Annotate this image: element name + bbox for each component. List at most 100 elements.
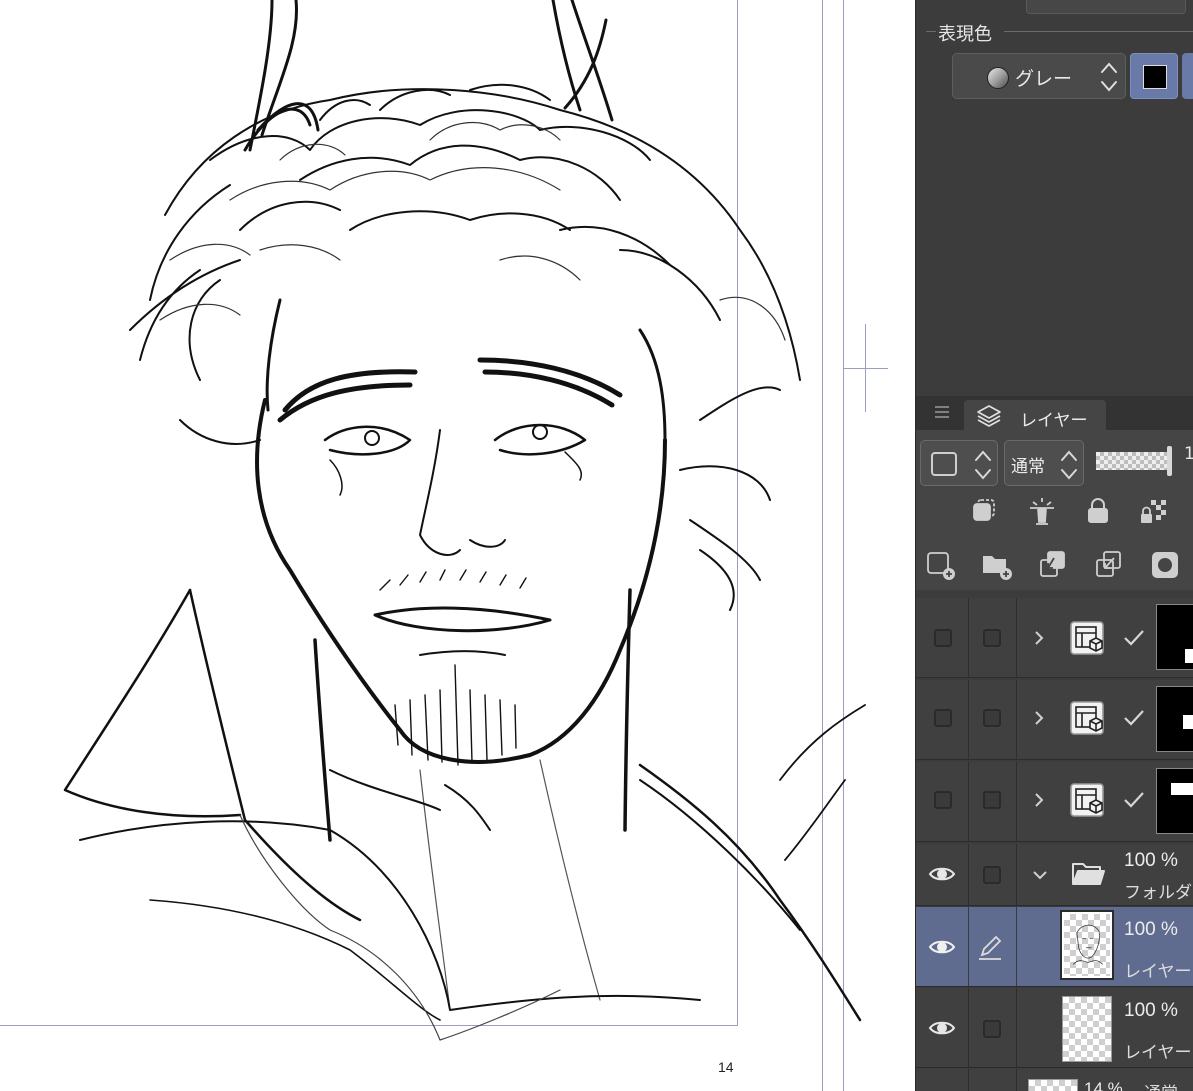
- thumbnail-mark: [1185, 649, 1193, 663]
- menu-icon[interactable]: [932, 402, 952, 422]
- layer-name: レイヤー: [1124, 962, 1192, 982]
- layer-row[interactable]: 14 % 通常: [916, 1069, 1193, 1091]
- layer-thumbnail: [1062, 912, 1112, 978]
- layer-thumbnail: [1028, 1079, 1078, 1091]
- layer-thumbnail: [1156, 686, 1193, 752]
- lock-icon[interactable]: [1081, 494, 1115, 528]
- layer-blend-mode: 通常: [1144, 1079, 1178, 1091]
- column-divider: [968, 762, 969, 841]
- blend-mode-dropdown[interactable]: 通常: [1004, 440, 1084, 486]
- layers-icon: [977, 405, 1001, 427]
- visibility-toggle[interactable]: [934, 709, 952, 727]
- tab-layer[interactable]: レイヤー: [964, 400, 1106, 431]
- visibility-toggle[interactable]: [934, 791, 952, 809]
- section-divider-right: [1004, 31, 1193, 32]
- layer-opacity: 14 %: [1084, 1079, 1123, 1091]
- layer-list: 100 % フォルダ 100 % レイヤー 100 % レイヤー 14 %: [916, 598, 1193, 1091]
- right-side-panel: 表現色 グレー レイヤー 通常 100 % フォルダ 100 % レイヤー 10…: [915, 0, 1193, 1091]
- column-divider: [1016, 988, 1017, 1067]
- new-folder-icon[interactable]: [980, 548, 1014, 582]
- column-divider: [968, 598, 969, 677]
- eye-icon[interactable]: [928, 1018, 956, 1038]
- lock-toggle[interactable]: [983, 866, 1001, 884]
- thumbnail-sketch: [1072, 924, 1103, 965]
- column-divider: [1016, 680, 1017, 759]
- folder-name: フォルダ: [1124, 883, 1192, 903]
- layer-opacity: 100 %: [1124, 919, 1178, 940]
- pen-icon: [979, 935, 1002, 960]
- section-divider-left: [926, 31, 936, 32]
- column-divider: [968, 844, 969, 905]
- sub-color-button[interactable]: [1182, 53, 1193, 99]
- transfer-to-layer-below-icon[interactable]: [1036, 548, 1070, 582]
- layer-properties-bar: 通常 1: [916, 430, 1193, 590]
- layer-mask-icon[interactable]: [1148, 548, 1182, 582]
- folder-opacity: 100 %: [1124, 850, 1178, 871]
- partially-visible-control[interactable]: [1026, 0, 1186, 14]
- layer-thumbnail: [1156, 604, 1193, 670]
- chevron-up-down-icon: [1099, 56, 1119, 96]
- combine-to-layer-below-icon[interactable]: [1092, 548, 1126, 582]
- chevron-right-icon[interactable]: [1032, 630, 1046, 646]
- column-divider: [1016, 598, 1017, 677]
- selected-layer-row[interactable]: 100 % レイヤー: [916, 907, 1193, 987]
- color-mode-dropdown[interactable]: グレー: [952, 53, 1126, 99]
- layer-thumbnail: [1062, 996, 1112, 1062]
- opacity-slider-handle[interactable]: [1167, 446, 1172, 476]
- column-divider: [1016, 907, 1017, 986]
- gray-color-icon: [987, 67, 1009, 89]
- layer-name: レイヤー: [1124, 1043, 1192, 1063]
- 3d-material-icon: [1070, 783, 1104, 817]
- column-divider: [1016, 1069, 1017, 1091]
- column-divider: [968, 1069, 969, 1091]
- column-divider: [1016, 844, 1017, 905]
- 3d-material-icon: [1070, 621, 1104, 655]
- reference-layer-icon[interactable]: [1025, 494, 1059, 528]
- layer-opacity: 100 %: [1124, 1000, 1178, 1021]
- lock-toggle[interactable]: [983, 629, 1001, 647]
- folder-icon: [1072, 863, 1105, 885]
- folder-row[interactable]: 100 % フォルダ: [916, 844, 1193, 906]
- chevron-up-down-icon: [973, 444, 993, 484]
- expression-color-section-header: 表現色: [916, 18, 1193, 45]
- expression-color-label: 表現色: [938, 24, 992, 45]
- eye-icon[interactable]: [928, 937, 956, 957]
- opacity-value: 1: [1184, 444, 1193, 464]
- new-raster-layer-icon[interactable]: [924, 548, 958, 582]
- eye-icon[interactable]: [928, 864, 956, 884]
- chevron-down-icon[interactable]: [1032, 868, 1048, 882]
- column-divider: [968, 907, 969, 986]
- clip-to-layer-below-icon[interactable]: [970, 494, 1004, 528]
- lock-transparent-pixels-icon[interactable]: [1137, 494, 1171, 528]
- layer-row[interactable]: [916, 762, 1193, 842]
- lock-toggle[interactable]: [983, 1020, 1001, 1038]
- page-number: 14: [718, 1059, 734, 1075]
- layer-row[interactable]: [916, 598, 1193, 678]
- lock-toggle[interactable]: [983, 709, 1001, 727]
- column-divider: [968, 680, 969, 759]
- color-mode-value: グレー: [1015, 68, 1073, 90]
- chevron-right-icon[interactable]: [1032, 710, 1046, 726]
- layer-row[interactable]: [916, 680, 1193, 760]
- tab-layer-label: レイヤー: [1020, 411, 1088, 431]
- drawing-canvas[interactable]: 14: [0, 0, 915, 1091]
- main-color-button[interactable]: [1130, 53, 1178, 99]
- chevron-right-icon[interactable]: [1032, 792, 1046, 808]
- lock-toggle[interactable]: [983, 791, 1001, 809]
- thumbnail-mark: [1183, 715, 1193, 729]
- check-icon[interactable]: [1122, 790, 1146, 810]
- check-icon[interactable]: [1122, 708, 1146, 728]
- column-divider: [968, 988, 969, 1067]
- layer-color-mode-button[interactable]: [920, 440, 998, 486]
- black-color-swatch: [1143, 65, 1167, 89]
- 3d-material-icon: [1070, 701, 1104, 735]
- layer-row[interactable]: 100 % レイヤー: [916, 988, 1193, 1068]
- layer-panel-header: レイヤー: [916, 396, 1193, 431]
- square-icon: [931, 452, 957, 476]
- opacity-slider[interactable]: [1096, 452, 1168, 470]
- check-icon[interactable]: [1122, 628, 1146, 648]
- column-divider: [1016, 762, 1017, 841]
- visibility-toggle[interactable]: [934, 629, 952, 647]
- chevron-up-down-icon: [1059, 444, 1079, 484]
- sketch-artwork: [63, 0, 866, 1041]
